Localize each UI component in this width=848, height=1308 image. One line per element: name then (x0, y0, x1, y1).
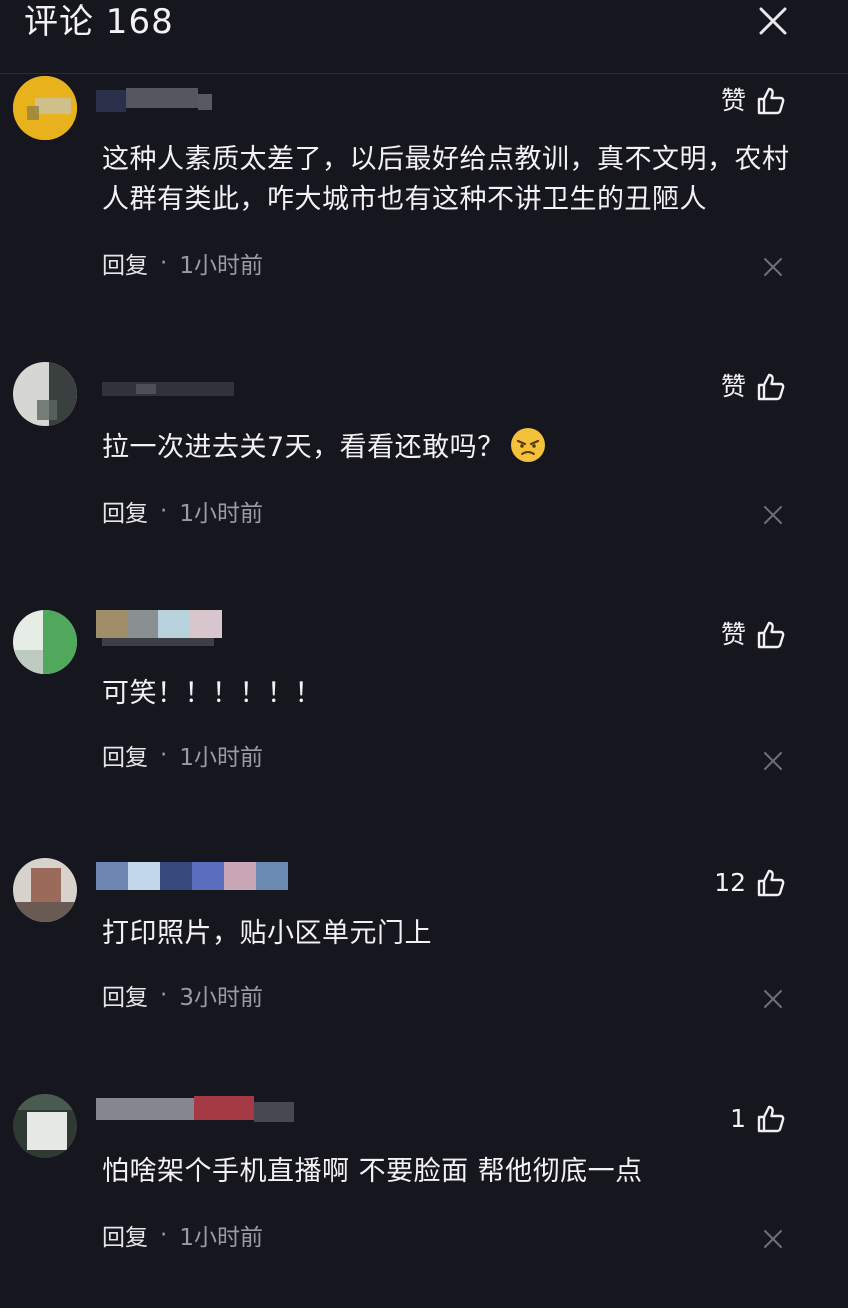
comment-text: 这种人素质太差了，以后最好给点教训，真不文明，农村人群有类此，咋大城市也有这种不… (102, 144, 790, 215)
avatar[interactable] (13, 858, 77, 922)
username-blurred[interactable] (96, 368, 242, 400)
thumbs-up-icon (757, 869, 785, 897)
comments-title: 评论 168 (24, 2, 174, 42)
like-label: 赞 (720, 372, 746, 401)
comment-text: 拉一次进去关7天，看看还敢吗？ (102, 426, 792, 468)
comment-time: 1小时前 (179, 253, 263, 279)
angry-face-emoji (510, 428, 545, 462)
avatar[interactable] (13, 362, 77, 426)
like-count: 1 (730, 1104, 746, 1133)
like-button[interactable]: 赞 (721, 84, 786, 118)
reply-button[interactable]: 回复 (102, 978, 148, 1012)
close-icon[interactable] (762, 256, 784, 278)
like-button[interactable]: 12 (714, 866, 786, 900)
meta-separator: · (160, 498, 168, 524)
meta-separator: · (160, 250, 168, 276)
close-icon[interactable] (762, 988, 784, 1010)
comment-meta: 回复 · 1小时前 (102, 246, 263, 280)
username-blurred[interactable] (96, 82, 212, 114)
like-button[interactable]: 赞 (721, 618, 786, 652)
thumbs-up-icon (757, 373, 785, 401)
comment-text: 打印照片，贴小区单元门上 (102, 918, 432, 949)
meta-separator: · (160, 1222, 168, 1248)
comment-meta: 回复 · 3小时前 (102, 978, 263, 1012)
username-blurred[interactable] (96, 1096, 296, 1128)
thumbs-up-icon (757, 1105, 785, 1133)
avatar[interactable] (13, 1094, 77, 1158)
comment-time: 1小时前 (179, 1225, 263, 1251)
like-button[interactable]: 1 (730, 1102, 786, 1136)
username-blurred[interactable] (96, 862, 290, 894)
close-icon[interactable] (762, 750, 784, 772)
comment-meta: 回复 · 1小时前 (102, 1218, 263, 1252)
comment-text: 怕啥架个手机直播啊 不要脸面 帮他彻底一点 (102, 1156, 643, 1187)
comment-time: 1小时前 (179, 745, 263, 771)
reply-button[interactable]: 回复 (102, 246, 148, 280)
comment-meta: 回复 · 1小时前 (102, 494, 263, 528)
close-icon[interactable] (756, 4, 790, 38)
like-button[interactable]: 赞 (721, 370, 786, 404)
thumbs-up-icon (757, 621, 785, 649)
meta-separator: · (160, 742, 168, 768)
like-label: 赞 (720, 620, 746, 649)
like-label: 赞 (720, 86, 746, 115)
avatar[interactable] (13, 76, 77, 140)
like-count: 12 (714, 868, 746, 897)
comment-text-content: 拉一次进去关7天，看看还敢吗？ (102, 432, 505, 463)
comment-time: 1小时前 (179, 501, 263, 527)
comment-text: 可笑！！！！！！ (102, 678, 322, 709)
reply-button[interactable]: 回复 (102, 738, 148, 772)
avatar[interactable] (13, 610, 77, 674)
comment-time: 3小时前 (179, 985, 263, 1011)
reply-button[interactable]: 回复 (102, 494, 148, 528)
meta-separator: · (160, 982, 168, 1008)
close-icon[interactable] (762, 1228, 784, 1250)
close-icon[interactable] (762, 504, 784, 526)
thumbs-up-icon (757, 87, 785, 115)
comments-header: 评论 168 (0, 0, 848, 74)
comment-meta: 回复 · 1小时前 (102, 738, 263, 772)
reply-button[interactable]: 回复 (102, 1218, 148, 1252)
username-blurred[interactable] (96, 610, 224, 646)
